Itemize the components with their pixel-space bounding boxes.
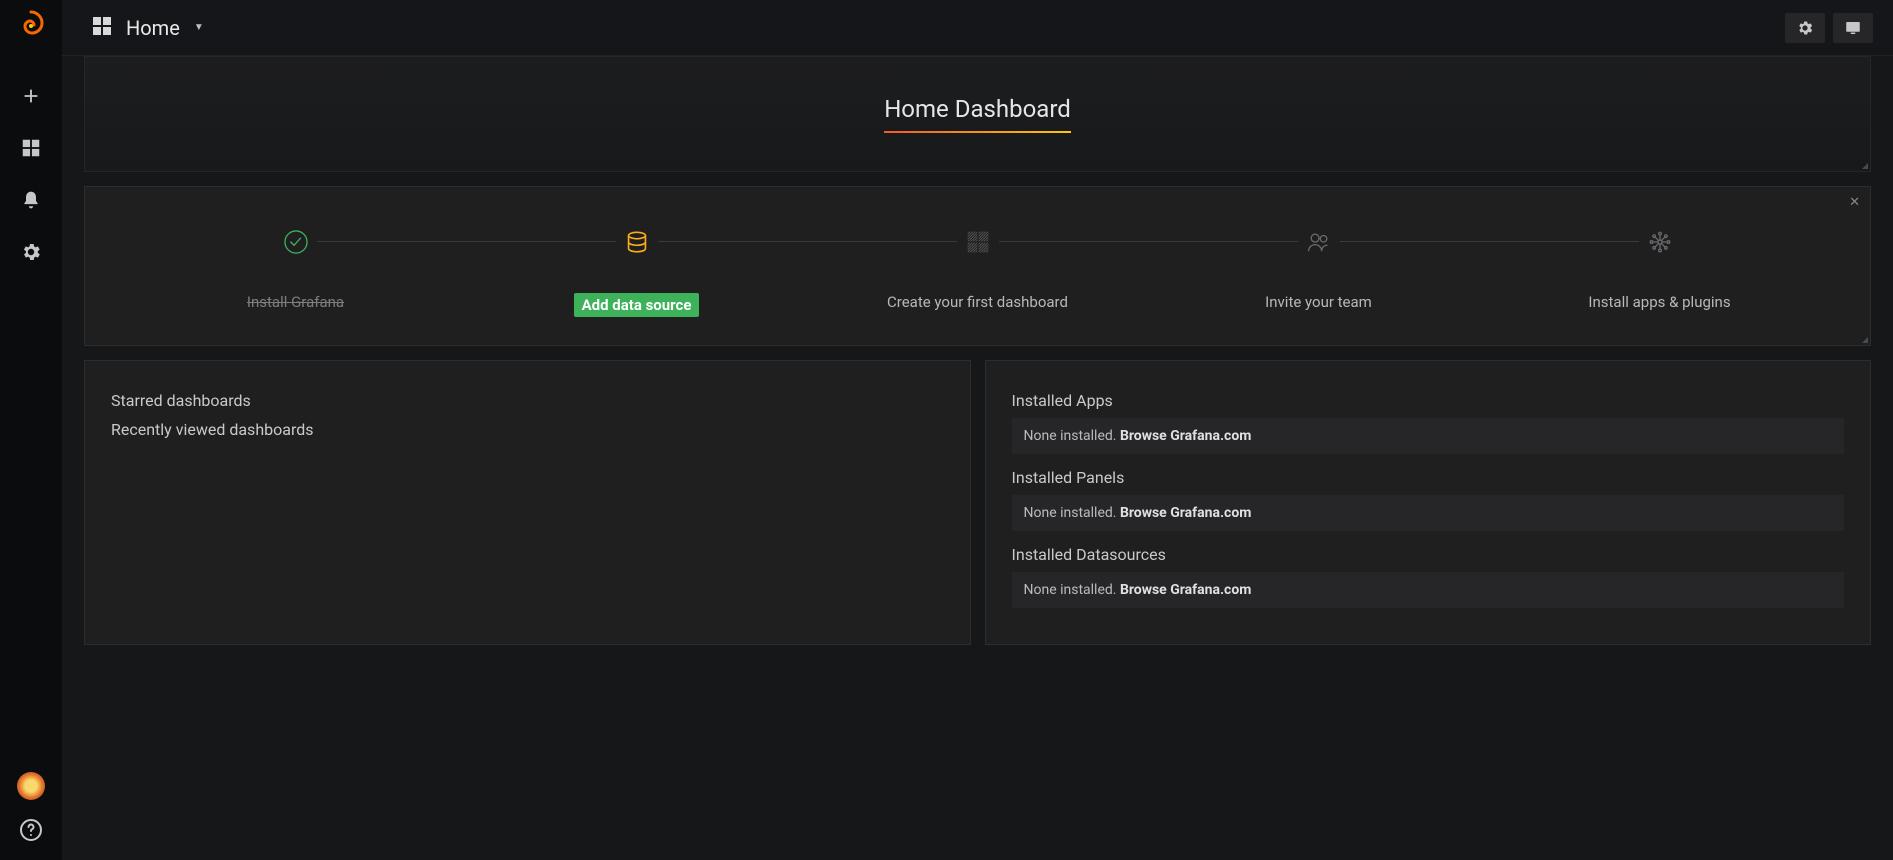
installed-panels-title: Installed Panels xyxy=(1012,468,1845,487)
configuration-icon[interactable] xyxy=(19,240,43,264)
gs-step-label: Install Grafana xyxy=(247,293,344,311)
users-icon xyxy=(1298,221,1340,263)
installed-apps-title: Installed Apps xyxy=(1012,391,1845,410)
close-icon[interactable]: ✕ xyxy=(1849,195,1860,210)
alerting-icon[interactable] xyxy=(19,188,43,212)
recent-dashboards-title: Recently viewed dashboards xyxy=(111,420,944,439)
gs-step-install[interactable]: Install Grafana xyxy=(125,221,466,311)
breadcrumb-title: Home xyxy=(126,16,180,40)
gs-step-plugins[interactable]: Install apps & plugins xyxy=(1489,221,1830,311)
gs-step-label: Install apps & plugins xyxy=(1588,293,1730,311)
create-icon[interactable] xyxy=(19,84,43,108)
installed-datasources-empty: None installed. Browse Grafana.com xyxy=(1012,572,1845,608)
gs-step-datasource[interactable]: Add data source xyxy=(466,221,807,317)
database-icon xyxy=(616,221,658,263)
apps-icon xyxy=(1639,221,1681,263)
browse-datasources-link[interactable]: Browse Grafana.com xyxy=(1120,582,1251,598)
cycle-view-mode-button[interactable] xyxy=(1833,13,1873,43)
chevron-down-icon: ▼ xyxy=(194,22,204,33)
check-circle-icon xyxy=(275,221,317,263)
breadcrumb-home[interactable]: Home ▼ xyxy=(90,14,204,42)
gs-step-dashboard[interactable]: Create your first dashboard xyxy=(807,221,1148,311)
dashboard-settings-button[interactable] xyxy=(1785,13,1825,43)
browse-apps-link[interactable]: Browse Grafana.com xyxy=(1120,428,1251,444)
browse-panels-link[interactable]: Browse Grafana.com xyxy=(1120,505,1251,521)
gs-step-label: Create your first dashboard xyxy=(887,293,1068,311)
installed-panels-empty: None installed. Browse Grafana.com xyxy=(1012,495,1845,531)
dashboards-icon xyxy=(90,14,114,42)
dashboards-list-panel: Starred dashboards Recently viewed dashb… xyxy=(84,360,971,645)
panel-resize-handle[interactable] xyxy=(1862,337,1868,343)
side-nav xyxy=(0,0,62,860)
plugins-panel: Installed Apps None installed. Browse Gr… xyxy=(985,360,1872,645)
gs-step-invite[interactable]: Invite your team xyxy=(1148,221,1489,311)
installed-apps-empty: None installed. Browse Grafana.com xyxy=(1012,418,1845,454)
user-avatar[interactable] xyxy=(17,772,45,800)
dashboard-icon xyxy=(957,221,999,263)
grafana-logo[interactable] xyxy=(15,10,47,42)
dashboards-icon[interactable] xyxy=(19,136,43,160)
help-icon[interactable] xyxy=(19,818,43,842)
top-bar: Home ▼ xyxy=(62,0,1893,56)
gs-step-label: Add data source xyxy=(574,293,700,317)
installed-datasources-title: Installed Datasources xyxy=(1012,545,1845,564)
page-title: Home Dashboard xyxy=(884,95,1071,133)
getting-started-panel: ✕ Install Grafana xyxy=(84,186,1871,346)
panel-resize-handle[interactable] xyxy=(1862,163,1868,169)
starred-dashboards-title: Starred dashboards xyxy=(111,391,944,410)
gs-step-label: Invite your team xyxy=(1265,293,1372,311)
